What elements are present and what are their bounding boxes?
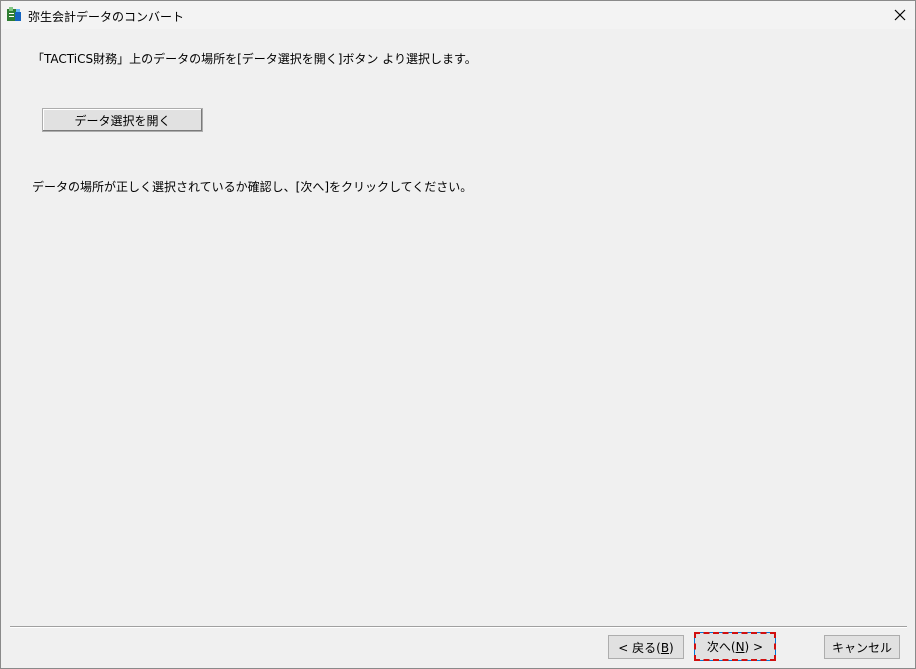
back-label-suffix: ) bbox=[669, 641, 674, 655]
converter-dialog: 弥生会計データのコンバート 「TACTiCS財務」上のデータの場所を[データ選択… bbox=[0, 0, 916, 669]
title-bar: 弥生会計データのコンバート bbox=[1, 1, 915, 29]
instruction-select-location: 「TACTiCS財務」上のデータの場所を[データ選択を開く]ボタン より選択しま… bbox=[32, 52, 477, 66]
back-button[interactable]: < 戻る(B) bbox=[608, 635, 684, 659]
close-button[interactable] bbox=[885, 1, 915, 29]
next-accelerator-key: N bbox=[735, 640, 745, 654]
footer-separator bbox=[10, 626, 907, 628]
back-accelerator-key: B bbox=[660, 641, 670, 655]
next-button[interactable]: 次へ(N) > bbox=[694, 632, 776, 661]
open-data-select-button[interactable]: データ選択を開く bbox=[42, 108, 203, 132]
instruction-confirm-next: データの場所が正しく選択されているか確認し、[次へ]をクリックしてください。 bbox=[32, 180, 473, 194]
next-label-prefix: 次へ( bbox=[706, 640, 736, 654]
next-label-suffix: ) > bbox=[744, 640, 764, 654]
app-icon bbox=[6, 6, 22, 22]
window-title: 弥生会計データのコンバート bbox=[28, 10, 185, 24]
back-label-prefix: < 戻る( bbox=[618, 641, 661, 655]
close-icon bbox=[894, 9, 906, 21]
cancel-button[interactable]: キャンセル bbox=[824, 635, 900, 659]
